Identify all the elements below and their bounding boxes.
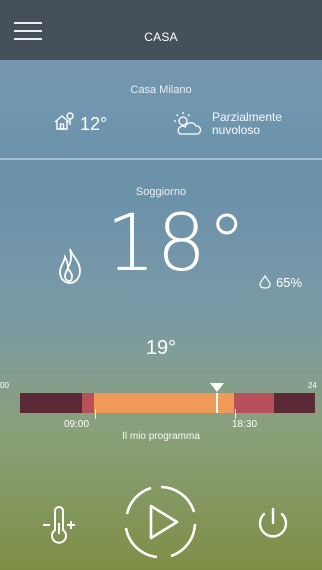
outdoor-panel xyxy=(0,60,322,158)
timeline-end-label: 24 xyxy=(308,381,317,390)
timeline-segment-night xyxy=(20,393,82,413)
room-name: Soggiorno xyxy=(135,186,187,198)
top-bar: CASA xyxy=(0,0,322,60)
timeline-segment-transition xyxy=(82,393,94,413)
timeline-segment-transition xyxy=(234,393,274,413)
timeline-start-tick xyxy=(95,409,96,419)
power-icon[interactable] xyxy=(254,505,292,543)
current-temperature: 18° xyxy=(106,199,248,289)
schedule-timeline[interactable] xyxy=(20,383,315,419)
program-name[interactable]: Il mio programma xyxy=(0,431,322,442)
timeline-end-tick xyxy=(235,409,236,419)
play-icon[interactable] xyxy=(123,484,199,560)
water-drop-icon xyxy=(259,275,271,289)
timeline-segment-night xyxy=(274,393,315,413)
timeline-start-label: 00 xyxy=(0,381,9,390)
weather-description: Parzialmente nuvoloso xyxy=(212,110,283,137)
current-time-line xyxy=(216,393,218,413)
flame-icon xyxy=(59,248,81,284)
partly-cloudy-icon xyxy=(174,112,202,135)
humidity-value: 65% xyxy=(276,275,303,290)
page-title: CASA xyxy=(144,30,178,44)
set-temperature: 19° xyxy=(145,337,177,359)
current-time-marker-icon xyxy=(210,383,224,392)
program-end-time: 18:30 xyxy=(232,419,258,430)
program-start-time: 09:00 xyxy=(64,419,90,430)
location-name: Casa Milano xyxy=(130,84,192,96)
divider xyxy=(0,158,322,160)
timeline-segment-comfort xyxy=(94,393,234,413)
app-screen: CASA Casa Milano 12° Parzialmente nuvolo… xyxy=(0,0,322,570)
outdoor-temperature: 12° xyxy=(80,114,108,134)
home-thermometer-icon xyxy=(54,112,74,130)
thermometer-adjust-icon[interactable] xyxy=(40,503,78,547)
